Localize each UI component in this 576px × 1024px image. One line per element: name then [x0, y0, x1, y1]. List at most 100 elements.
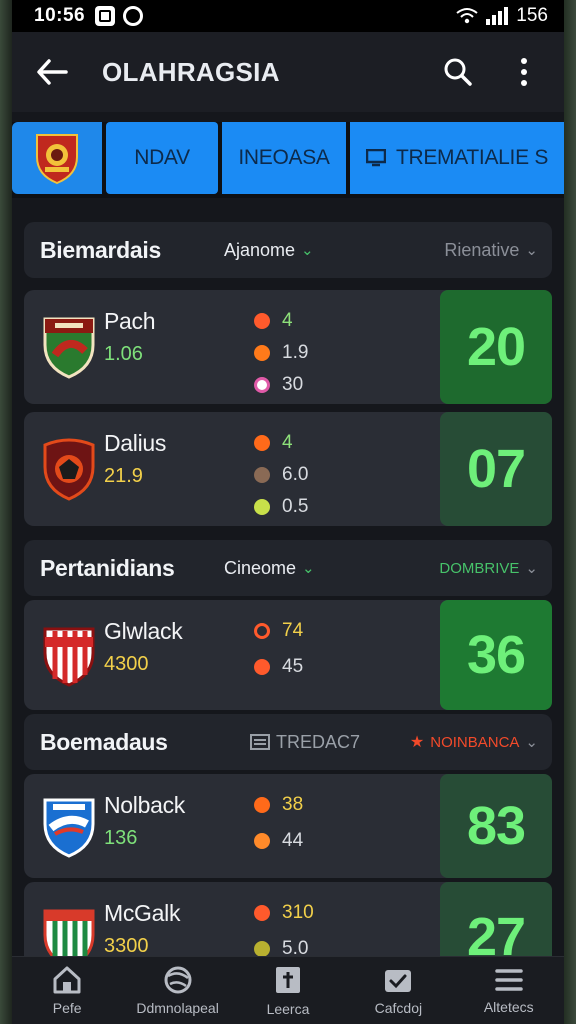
stat-dot-icon: [254, 905, 270, 921]
more-button[interactable]: [504, 52, 544, 92]
stat-value: 4: [282, 432, 293, 453]
team-crest: [24, 600, 104, 710]
page-title: OLAHRAGSIA: [102, 56, 280, 87]
app-bar: OLAHRAGSIA: [12, 32, 564, 112]
chevron-down-icon: ⌄: [525, 560, 538, 577]
tab-ineoasa[interactable]: INEOASA: [222, 122, 346, 194]
nav-item-home[interactable]: Pefe: [12, 966, 122, 1016]
arrow-left-icon: [37, 59, 68, 85]
team-name: Glwlack: [104, 618, 183, 644]
team-odds: 21.9: [104, 465, 143, 487]
signal-icon: [486, 7, 509, 25]
chevron-down-icon: ⌄: [302, 560, 315, 577]
nav-label: Altetecs: [483, 998, 534, 1015]
stat-dot-icon: [254, 345, 270, 361]
team-crest: [24, 290, 104, 404]
more-vert-icon: [521, 58, 527, 86]
book-icon: [275, 966, 300, 993]
nav-label: Pefe: [52, 999, 82, 1016]
filter-label: TREDAC7: [276, 731, 361, 752]
team-odds: 4300: [104, 653, 149, 675]
match-card[interactable]: Nolback 136 38 44 83: [24, 774, 552, 878]
stat-row: 30: [254, 372, 374, 398]
nav-item-matches[interactable]: Ddmnolapeal: [123, 966, 233, 1016]
stat-dot-icon: [254, 499, 270, 515]
stat-row: 4: [254, 430, 374, 456]
section-title: Biemardais: [40, 236, 162, 263]
menu-icon: [495, 968, 523, 991]
stat-dot-icon: [254, 435, 270, 451]
stat-value: 6.0: [282, 464, 309, 485]
score-box[interactable]: 07: [440, 412, 552, 526]
team-name: Dalius: [104, 430, 167, 456]
filter-dropdown[interactable]: Ajanome ⌄: [224, 240, 314, 261]
sort-label: NOINBANCA: [430, 733, 520, 751]
stat-dot-icon: [254, 467, 270, 483]
stat-value: 4: [282, 310, 293, 331]
stat-dot-icon: [254, 623, 270, 639]
notification-icon: [95, 6, 116, 26]
sort-dropdown[interactable]: DOMBRIVE ⌄: [439, 559, 538, 578]
chevron-down-icon: ⌄: [301, 242, 314, 259]
match-stats: 74 45: [254, 600, 374, 710]
stat-row: 38: [254, 792, 374, 818]
tab-trematialie[interactable]: TREMATIALIE S: [350, 122, 564, 194]
back-button[interactable]: [32, 52, 72, 92]
team-name: Pach: [104, 308, 156, 334]
filter-dropdown[interactable]: TREDAC7: [250, 732, 360, 753]
table-icon: [365, 149, 386, 167]
match-card[interactable]: Dalius 21.9 4 6.0 0.5 07: [24, 412, 552, 526]
home-icon: [53, 966, 81, 993]
sort-dropdown[interactable]: ★ NOINBANCA ⌄: [410, 732, 538, 752]
filter-dropdown[interactable]: Cineome ⌄: [224, 558, 315, 579]
status-bar: 10:56 156: [12, 0, 564, 32]
stat-dot-icon: [254, 797, 270, 813]
match-stats: 38 44: [254, 774, 374, 878]
stat-row: 74: [254, 618, 374, 644]
filter-label: Cineome: [224, 557, 297, 578]
tab-bar: NDAV INEOASA TREMATIALIE S: [12, 122, 564, 198]
stat-value: 1.9: [282, 342, 309, 363]
tab-club[interactable]: [12, 122, 102, 194]
stat-dot-icon: [254, 941, 270, 957]
score-box[interactable]: 20: [440, 290, 552, 404]
stat-row: 45: [254, 654, 374, 680]
stat-row: 1.9: [254, 340, 374, 366]
score-box[interactable]: 83: [440, 774, 552, 878]
chevron-down-icon: ⌄: [525, 242, 538, 259]
score-box[interactable]: 36: [440, 600, 552, 710]
team-odds: 3300: [104, 935, 149, 957]
match-stats: 4 6.0 0.5: [254, 412, 374, 526]
status-time: 10:56: [34, 5, 86, 26]
list-icon: [250, 734, 270, 750]
match-stats: 4 1.9 30: [254, 290, 374, 404]
nav-item-calendar[interactable]: Cafcdoj: [343, 966, 453, 1016]
stat-value: 0.5: [282, 496, 309, 517]
stat-row: 310: [254, 900, 374, 926]
sync-icon: [123, 6, 144, 26]
sort-label: DOMBRIVE: [439, 559, 520, 577]
team-name: Nolback: [104, 792, 185, 818]
calendar-icon: [385, 969, 412, 992]
tab-trematialie-label: TREMATIALIE S: [395, 146, 549, 169]
section-header: Boemadaus TREDAC7 ★ NOINBANCA ⌄: [24, 714, 552, 770]
nav-item-more[interactable]: Altetecs: [454, 967, 564, 1015]
match-card[interactable]: Pach 1.06 4 1.9 30 20: [24, 290, 552, 404]
section-header: Pertanidians Cineome ⌄ DOMBRIVE ⌄: [24, 540, 552, 596]
wifi-icon: [456, 8, 478, 24]
app-window: 10:56 156 OLAHRAGSIA NDAV INEOASA TREMAT…: [12, 0, 564, 1024]
sort-dropdown[interactable]: Rienative ⌄: [444, 240, 538, 261]
stat-dot-icon: [254, 659, 270, 675]
team-odds: 136: [104, 827, 138, 849]
nav-item-leagues[interactable]: Leerca: [233, 965, 343, 1017]
stat-row: 0.5: [254, 494, 374, 520]
search-button[interactable]: [438, 52, 478, 92]
star-icon: ★: [409, 734, 425, 751]
bottom-nav: Pefe Ddmnolapeal Leerca Cafcdoj Altetecs: [12, 956, 564, 1024]
stat-dot-icon: [254, 377, 270, 393]
match-card[interactable]: Glwlack 4300 74 45 36: [24, 600, 552, 710]
stat-value: 74: [282, 620, 304, 641]
search-icon: [444, 58, 472, 86]
tab-ndav[interactable]: NDAV: [106, 122, 218, 194]
team-odds: 1.06: [104, 343, 143, 365]
